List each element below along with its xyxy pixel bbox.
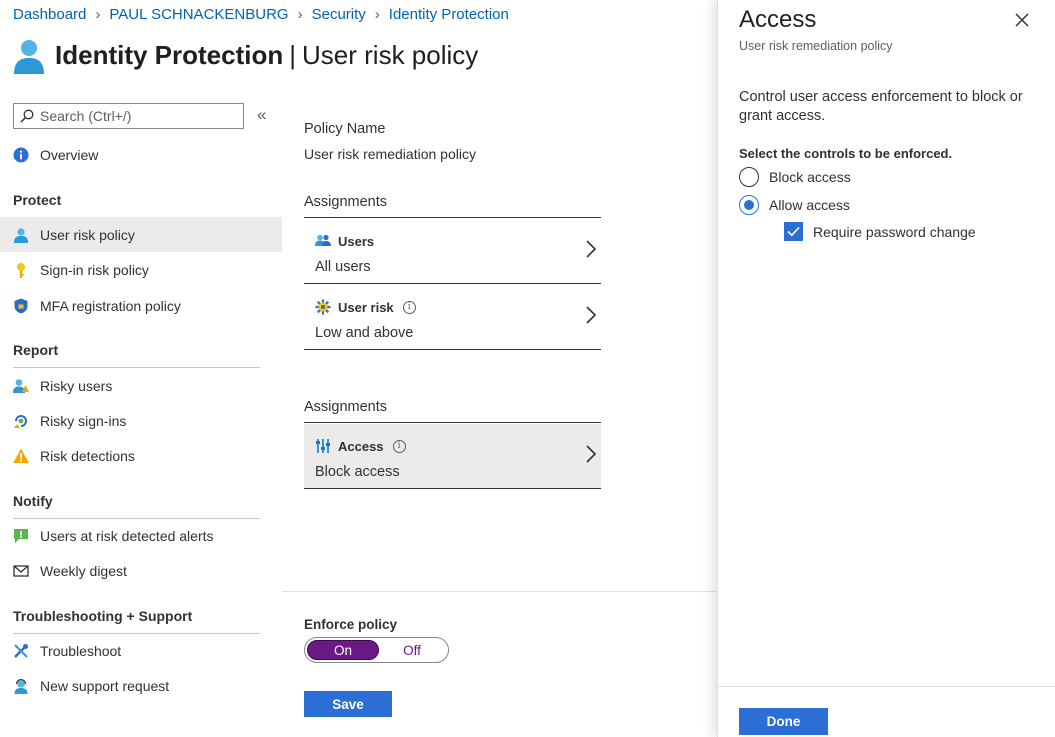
info-icon <box>13 147 29 163</box>
mail-icon <box>13 563 29 579</box>
require-password-change-label: Require password change <box>813 223 976 240</box>
sidebar-item-troubleshoot[interactable]: Troubleshoot <box>0 633 282 668</box>
chevron-right-icon <box>586 445 597 463</box>
sidebar-item-label: Risky sign-ins <box>40 412 127 429</box>
breadcrumb-tenant[interactable]: PAUL SCHNACKENBURG <box>109 6 288 23</box>
page-header: Identity Protection | User risk policy <box>13 34 478 76</box>
sidebar-item-label: Users at risk detected alerts <box>40 527 214 544</box>
allow-access-radio-option[interactable]: Allow access <box>739 195 850 215</box>
access-card-value: Block access <box>315 464 400 480</box>
search-input[interactable] <box>40 108 230 124</box>
require-password-change-option[interactable]: Require password change <box>784 222 976 241</box>
chevron-right-icon: › <box>95 6 101 23</box>
collapse-sidebar-icon[interactable]: « <box>257 105 266 125</box>
sidebar-item-risk-detections[interactable]: Risk detections <box>0 438 282 473</box>
shield-icon <box>13 298 29 314</box>
sidebar-item-label: Overview <box>40 146 99 163</box>
sidebar-item-label: MFA registration policy <box>40 297 181 314</box>
risky-user-icon <box>13 378 29 394</box>
access-controls-icon <box>315 438 331 454</box>
page-subtitle: User risk policy <box>302 39 479 70</box>
access-blade-panel: Access User risk remediation policy Cont… <box>717 0 1055 737</box>
checkmark-icon <box>787 226 800 237</box>
sidebar-item-label: Risk detections <box>40 447 135 464</box>
block-access-radio-option[interactable]: Block access <box>739 167 851 187</box>
sidebar-item-risky-users[interactable]: Risky users <box>0 368 282 403</box>
enforce-policy-label: Enforce policy <box>304 617 398 632</box>
allow-access-radio[interactable] <box>739 195 759 215</box>
sidebar-item-label: Sign-in risk policy <box>40 261 149 278</box>
controls-label: Select the controls to be enforced. <box>739 146 953 161</box>
chevron-right-icon: › <box>374 6 380 23</box>
sidebar-item-mfa-registration-policy[interactable]: MFA registration policy <box>0 288 282 323</box>
breadcrumb-dashboard[interactable]: Dashboard <box>13 6 86 23</box>
breadcrumb-identity-protection[interactable]: Identity Protection <box>389 6 509 23</box>
breadcrumb: Dashboard › PAUL SCHNACKENBURG › Securit… <box>13 6 509 23</box>
users-assignment-card[interactable]: Users All users <box>304 219 601 284</box>
block-access-radio[interactable] <box>739 167 759 187</box>
section-notify: Notify <box>13 493 260 519</box>
panel-subtitle: User risk remediation policy <box>739 39 893 53</box>
search-box[interactable] <box>13 103 244 129</box>
user-icon <box>13 227 29 243</box>
sidebar-item-label: Troubleshoot <box>40 642 122 659</box>
tools-icon <box>13 643 29 659</box>
done-button[interactable]: Done <box>739 708 828 735</box>
sidebar-item-label: User risk policy <box>40 226 135 243</box>
chevron-right-icon <box>586 306 597 324</box>
assignments-heading: Assignments <box>304 194 601 218</box>
chevron-right-icon <box>586 240 597 258</box>
require-password-change-checkbox[interactable] <box>784 222 803 241</box>
toggle-off-option[interactable]: Off <box>379 640 445 660</box>
sidebar-item-sign-in-risk-policy[interactable]: Sign-in risk policy <box>0 252 282 287</box>
sidebar-item-risky-sign-ins[interactable]: Risky sign-ins <box>0 403 282 438</box>
panel-footer-divider <box>718 686 1055 687</box>
sidebar-item-user-risk-policy[interactable]: User risk policy <box>0 217 282 252</box>
policy-name-label: Policy Name <box>304 121 386 137</box>
policy-name-value: User risk remediation policy <box>304 146 476 162</box>
toggle-on-option[interactable]: On <box>307 640 379 660</box>
title-separator: | <box>289 39 297 70</box>
access-card-title: Access <box>338 438 384 454</box>
page-title: Identity Protection <box>55 39 284 70</box>
warning-icon <box>13 448 29 464</box>
alert-icon <box>13 528 29 544</box>
sidebar-item-label: Weekly digest <box>40 562 127 579</box>
sidebar-item-overview[interactable]: Overview <box>0 137 282 172</box>
sidebar-item-label: Risky users <box>40 377 113 394</box>
panel-description: Control user access enforcement to block… <box>739 89 1023 124</box>
gear-icon <box>315 299 331 315</box>
content-divider <box>282 591 717 592</box>
user-avatar-icon <box>14 40 44 74</box>
panel-title: Access <box>739 6 817 33</box>
access-assignment-card[interactable]: Access i Block access <box>304 424 601 489</box>
save-button[interactable]: Save <box>304 691 392 717</box>
info-circle-icon[interactable]: i <box>402 300 416 314</box>
block-access-label: Block access <box>769 169 851 185</box>
info-circle-icon[interactable]: i <box>392 439 406 453</box>
assignments-heading-access: Assignments <box>304 399 601 423</box>
section-report: Report <box>13 342 260 368</box>
sidebar-item-new-support-request[interactable]: New support request <box>0 668 282 703</box>
search-icon <box>20 109 34 123</box>
allow-access-label: Allow access <box>769 197 850 213</box>
key-icon <box>13 262 29 278</box>
breadcrumb-security[interactable]: Security <box>312 6 366 23</box>
support-icon <box>13 678 29 694</box>
users-card-title: Users <box>338 233 375 249</box>
section-protect: Protect <box>13 192 260 218</box>
user-risk-card-title: User risk <box>338 299 394 315</box>
sidebar-item-label: New support request <box>40 677 170 694</box>
users-card-value: All users <box>315 259 371 275</box>
enforce-policy-toggle[interactable]: On Off <box>304 637 449 663</box>
sidebar-item-users-at-risk-alerts[interactable]: Users at risk detected alerts <box>0 518 282 553</box>
section-troubleshooting-support: Troubleshooting + Support <box>13 608 260 634</box>
user-risk-assignment-card[interactable]: User risk i Low and above <box>304 285 601 350</box>
sidebar-item-weekly-digest[interactable]: Weekly digest <box>0 553 282 588</box>
risky-signin-icon <box>13 413 29 429</box>
close-icon[interactable] <box>1014 12 1030 28</box>
user-risk-card-value: Low and above <box>315 325 414 341</box>
users-group-icon <box>315 233 331 249</box>
chevron-right-icon: › <box>297 6 303 23</box>
